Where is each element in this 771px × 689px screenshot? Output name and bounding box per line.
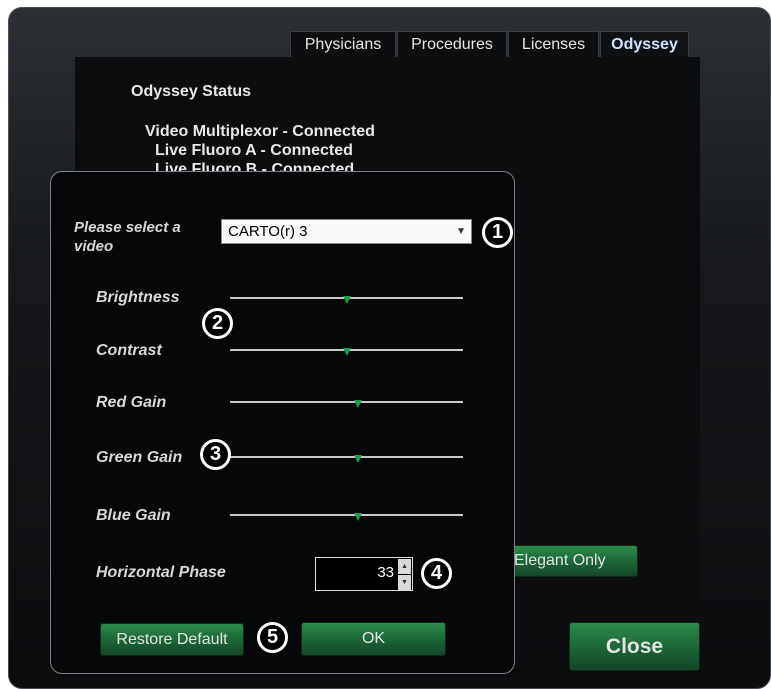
status-line: Video Multiplexor - Connected [145, 123, 375, 140]
chevron-down-icon[interactable]: ▼ [398, 575, 411, 590]
contrast-label: Contrast [96, 342, 162, 359]
ok-button[interactable]: OK [301, 622, 446, 656]
tab-physicians[interactable]: Physicians [290, 31, 396, 57]
callout-2: 2 [202, 308, 233, 339]
brightness-slider-thumb[interactable] [342, 296, 351, 304]
blue-gain-slider[interactable] [230, 513, 463, 521]
brightness-slider[interactable] [230, 296, 463, 304]
brightness-label: Brightness [96, 289, 180, 306]
video-select[interactable]: CARTO(r) 3 ▼ [221, 219, 472, 244]
restore-default-button[interactable]: Restore Default [100, 623, 244, 656]
green-gain-label: Green Gain [96, 449, 183, 466]
red-gain-slider-thumb[interactable] [354, 400, 363, 408]
tab-licenses[interactable]: Licenses [508, 31, 599, 57]
horizontal-phase-label: Horizontal Phase [96, 564, 226, 581]
red-gain-slider[interactable] [230, 400, 463, 408]
select-video-label: Please select a video [74, 219, 181, 255]
blue-gain-label: Blue Gain [96, 507, 171, 524]
contrast-slider-thumb[interactable] [342, 348, 351, 356]
blue-gain-slider-thumb[interactable] [354, 513, 363, 521]
callout-5: 5 [257, 622, 288, 653]
tab-odyssey[interactable]: Odyssey [600, 31, 689, 57]
horizontal-phase-stepper[interactable]: 33 ▲ ▼ [315, 557, 413, 591]
red-gain-label: Red Gain [96, 394, 167, 411]
close-button[interactable]: Close [569, 622, 700, 671]
callout-4: 4 [421, 558, 452, 589]
chevron-up-icon[interactable]: ▲ [398, 559, 411, 574]
status-line: Live Fluoro A - Connected [155, 142, 353, 159]
status-heading: Odyssey Status [131, 83, 252, 100]
contrast-slider[interactable] [230, 348, 463, 356]
video-select-value: CARTO(r) 3 [228, 223, 308, 240]
green-gain-slider-thumb[interactable] [354, 455, 363, 463]
green-gain-slider[interactable] [230, 455, 463, 463]
tab-procedures[interactable]: Procedures [397, 31, 507, 57]
callout-3: 3 [200, 439, 231, 470]
horizontal-phase-value: 33 [377, 564, 394, 581]
callout-1: 1 [482, 217, 513, 248]
chevron-down-icon: ▼ [456, 226, 466, 237]
